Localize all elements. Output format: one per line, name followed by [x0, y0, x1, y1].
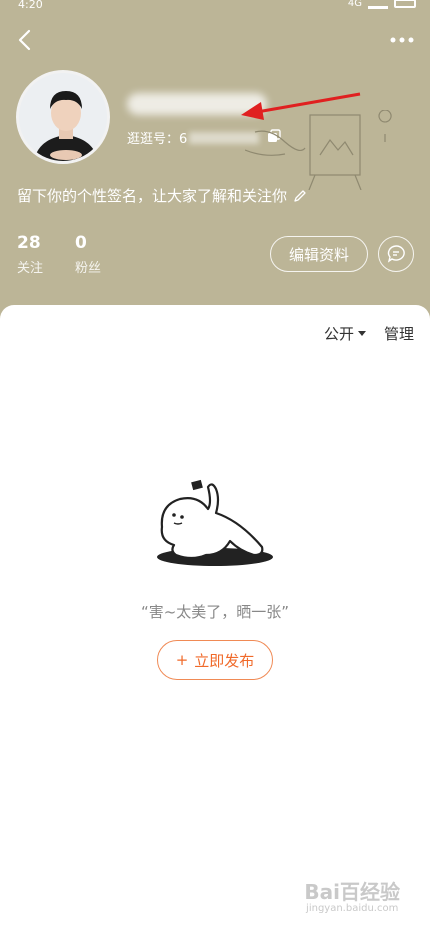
battery-icon [394, 0, 416, 8]
message-icon [387, 245, 405, 263]
publish-label: 立即发布 [194, 651, 255, 670]
empty-state-text: “害~太美了，晒一张” [140, 603, 290, 621]
uid-label: 逛逛号：6 [127, 132, 188, 147]
avatar-image [19, 73, 107, 161]
watermark-url: jingyan.baidu.com [306, 903, 399, 914]
watermark: Bai百经验 jingyan.baidu.com [304, 881, 400, 914]
signature-text: 留下你的个性签名，让大家了解和关注你 [17, 187, 288, 205]
more-icon [390, 37, 414, 43]
status-bar: 4:20 4G [0, 0, 430, 14]
fans-count: 0 [75, 233, 87, 253]
signature-row[interactable]: 留下你的个性签名，让大家了解和关注你 [17, 185, 307, 206]
following-label: 关注 [17, 261, 44, 276]
back-icon [18, 29, 31, 51]
profile-header: 4:20 4G 逛逛号：6 留下你的个性签名，让大家了解和关注你 28 关注 0… [0, 0, 430, 330]
status-icons: 4G [348, 0, 416, 9]
following-stat[interactable]: 28 关注 [17, 233, 43, 276]
more-button[interactable] [388, 30, 416, 50]
manage-button[interactable]: 管理 [384, 323, 414, 344]
annotation-arrow [241, 92, 361, 120]
visibility-label: 公开 [323, 325, 354, 343]
status-time: 4:20 [18, 0, 43, 11]
publish-now-button[interactable]: + 立即发布 [157, 640, 273, 680]
pencil-icon [294, 189, 306, 202]
content-sheet: 公开 管理 “害~太美了，晒一张” + 立即发布 Bai百经验 jingyan.… [0, 305, 430, 932]
edit-profile-button[interactable]: 编辑资料 [270, 236, 368, 272]
back-button[interactable] [12, 26, 40, 54]
following-count: 28 [17, 233, 41, 253]
watermark-logo: Bai百经验 [304, 880, 400, 904]
plus-icon: + [175, 651, 189, 669]
signal-icon [368, 0, 388, 9]
fans-label: 粉丝 [75, 261, 102, 276]
message-button[interactable] [378, 236, 414, 272]
fans-stat[interactable]: 0 粉丝 [75, 233, 101, 276]
visibility-dropdown[interactable]: 公开 [324, 323, 366, 344]
avatar[interactable] [16, 70, 110, 164]
network-label: 4G [347, 0, 362, 9]
dropdown-icon [358, 330, 366, 336]
empty-seal-illustration [157, 479, 273, 566]
